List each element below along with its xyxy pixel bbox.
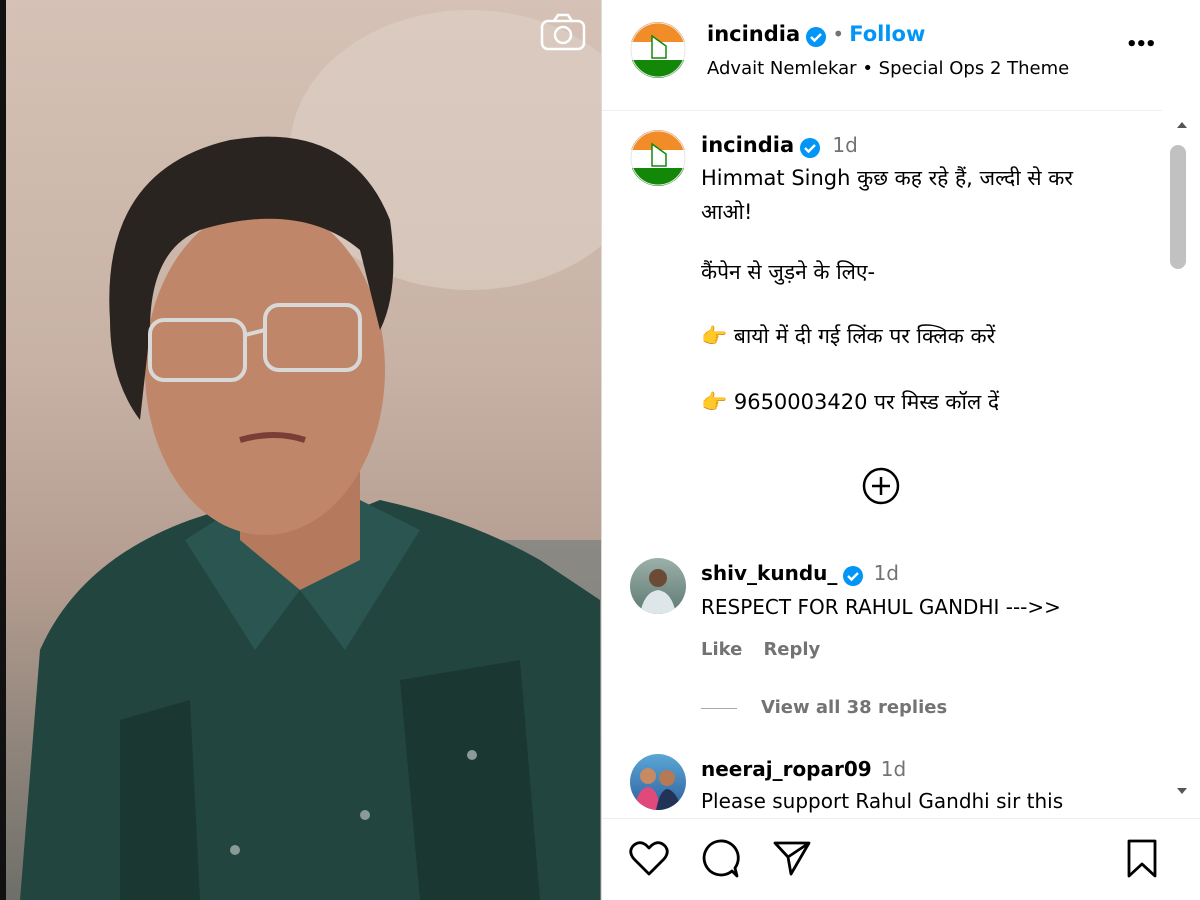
commenter-avatar-photo [640,569,676,614]
caption-username[interactable]: incindia [701,133,794,157]
caption-bullet-1: 👉 बायो में दी गई लिंक पर क्लिक करें [701,320,995,352]
follow-button[interactable]: Follow [849,22,925,46]
header-dot: • [832,22,845,46]
verified-badge-icon [800,137,821,158]
caption-line-3: कैंपेन से जुड़ने के लिए- [701,260,876,284]
camera-icon[interactable] [539,12,587,52]
commenter-avatar[interactable] [630,558,686,614]
heart-icon[interactable] [628,838,670,878]
audio-artist[interactable]: Advait Nemlekar [707,58,857,79]
caption-bullet-2-text: 9650003420 पर मिस्ड कॉल दें [733,390,1000,414]
bookmark-icon[interactable] [1124,838,1160,880]
comment-text: RESPECT FOR RAHUL GANDHI --->> [701,595,1061,619]
comment-text: Please support Rahul Gandhi sir this [701,789,1064,813]
commenter-avatar[interactable] [630,754,686,810]
comment-time[interactable]: 1d [874,561,899,585]
comment-username[interactable]: shiv_kundu_ [701,561,837,585]
header-divider [602,110,1162,111]
post-details-pane: incindia • Follow Advait Nemlekar • Spec… [602,0,1200,900]
comment-header: shiv_kundu_ 1d [701,561,899,587]
audio-separator: • [862,58,873,79]
video-frame-person [20,10,601,900]
pointing-hand-icon: 👉 [701,390,728,414]
author-avatar[interactable] [630,22,686,78]
more-options-button[interactable]: ••• [1126,34,1156,55]
verified-badge-icon [843,565,864,586]
post-header-line1: incindia • Follow [707,22,925,48]
caption-bullet-2: 👉 9650003420 पर मिस्ड कॉल दें [701,386,999,418]
caption-bullet-1-text: बायो में दी गई लिंक पर क्लिक करें [733,324,996,348]
audio-attribution[interactable]: Advait Nemlekar • Special Ops 2 Theme [707,58,1069,79]
congress-logo-icon [630,22,686,78]
comment-username[interactable]: neeraj_ropar09 [701,757,872,781]
caption-author-avatar[interactable] [630,130,686,186]
author-username[interactable]: incindia [707,22,800,46]
actions-divider [602,818,1200,819]
scrollbar-thumb[interactable] [1170,145,1186,269]
plus-circle-icon[interactable] [861,466,901,506]
caption-line-2: आओ! [701,200,753,224]
comment-reply-button[interactable]: Reply [763,639,820,660]
comment-like-button[interactable]: Like [701,639,742,660]
caption-header: incindia 1d [701,133,858,159]
post-media[interactable] [0,0,602,900]
comment-header: neeraj_ropar09 1d [701,757,906,781]
comment-icon[interactable] [699,838,741,880]
scroll-down-arrow-icon [1177,788,1187,794]
audio-title[interactable]: Special Ops 2 Theme [879,58,1070,79]
scroll-up-arrow-icon [1177,122,1187,128]
comment-actions: Like Reply [701,639,820,660]
comment-time[interactable]: 1d [881,757,906,781]
caption-line-1: Himmat Singh कुछ कह रहे हैं, जल्दी से कर [701,166,1073,190]
replies-line [701,708,737,709]
view-replies-button[interactable]: View all 38 replies [761,697,947,718]
congress-logo-icon [630,130,686,186]
commenter-avatar-photo [634,768,682,810]
verified-badge-icon [806,26,827,47]
caption-time[interactable]: 1d [832,133,857,157]
send-icon[interactable] [771,838,813,878]
pointing-hand-icon: 👉 [701,324,728,348]
